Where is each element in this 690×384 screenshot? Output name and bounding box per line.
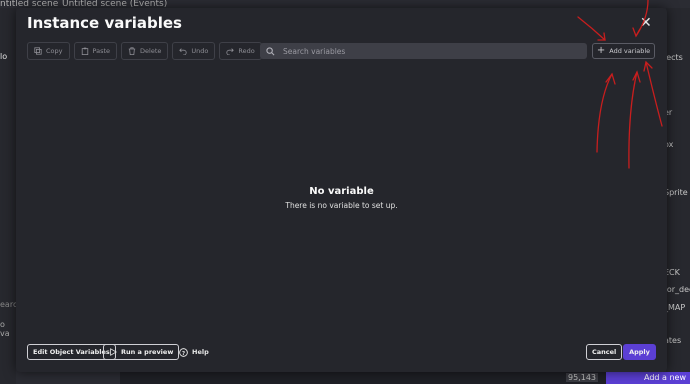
tab-untitled-scene-events[interactable]: Untitled scene (Events)	[62, 0, 167, 9]
undo-button[interactable]: Undo	[172, 42, 216, 60]
delete-label: Delete	[140, 47, 162, 55]
objects-panel-text: for_dec	[664, 285, 690, 294]
search-icon	[266, 46, 275, 55]
dialog-title: Instance variables	[27, 14, 182, 32]
left-panel-text: lo	[0, 52, 8, 61]
help-label: Help	[192, 348, 209, 356]
trash-icon	[128, 47, 136, 55]
objects-panel-text: Sprite	[664, 188, 688, 197]
paste-label: Paste	[92, 47, 111, 55]
empty-state: No variable There is no variable to set …	[16, 186, 667, 210]
variables-toolbar: Copy Paste Delete Undo Redo	[27, 42, 262, 60]
help-button[interactable]: ? Help	[179, 344, 209, 360]
undo-icon	[179, 48, 187, 55]
edit-object-variables-label: Edit Object Variables	[33, 348, 110, 356]
add-new-label: Add a new	[643, 373, 686, 382]
empty-state-title: No variable	[309, 186, 374, 197]
scene-status-bar	[120, 372, 690, 384]
tab-untitled-scene[interactable]: ntitled scene	[0, 0, 58, 9]
close-icon[interactable]: ✕	[640, 15, 652, 31]
redo-icon	[226, 48, 235, 55]
copy-button[interactable]: Copy	[27, 42, 70, 60]
delete-button[interactable]: Delete	[121, 42, 169, 60]
left-panel: lo earc o va	[0, 8, 18, 384]
dialog-footer: Edit Object Variables Run a preview ? He…	[27, 344, 656, 360]
paste-icon	[81, 47, 88, 55]
cancel-label: Cancel	[592, 348, 617, 356]
cursor-coordinates: 95,143	[566, 373, 598, 382]
search-input[interactable]	[281, 45, 575, 57]
objects-panel: jects er ox Sprite ECK for_dec _MAP ates	[664, 8, 690, 384]
left-panel-text: earc	[0, 300, 18, 309]
apply-label: Apply	[629, 348, 650, 356]
plus-icon: +	[596, 45, 606, 56]
empty-state-subtitle: There is no variable to set up.	[285, 201, 398, 210]
add-variable-label: Add variable	[609, 47, 651, 55]
redo-button[interactable]: Redo	[219, 42, 262, 60]
run-preview-button[interactable]: Run a preview	[103, 344, 180, 360]
left-panel-text: o va	[0, 320, 10, 338]
search-bar	[260, 43, 587, 59]
instance-variables-dialog: Instance variables ✕ Copy Paste Delete U…	[16, 8, 667, 372]
paste-button[interactable]: Paste	[73, 42, 118, 60]
cancel-button[interactable]: Cancel	[586, 344, 623, 360]
copy-label: Copy	[46, 47, 63, 55]
add-new-object-button[interactable]: Add a new	[606, 372, 690, 384]
add-variable-button[interactable]: + Add variable	[592, 43, 655, 59]
svg-text:?: ?	[182, 350, 185, 356]
apply-button[interactable]: Apply	[623, 344, 656, 360]
play-icon	[110, 348, 117, 356]
objects-panel-text: _MAP	[664, 303, 686, 312]
redo-label: Redo	[238, 47, 255, 55]
copy-icon	[34, 47, 42, 55]
undo-label: Undo	[191, 47, 209, 55]
run-preview-label: Run a preview	[121, 348, 174, 356]
help-icon: ?	[179, 347, 188, 357]
